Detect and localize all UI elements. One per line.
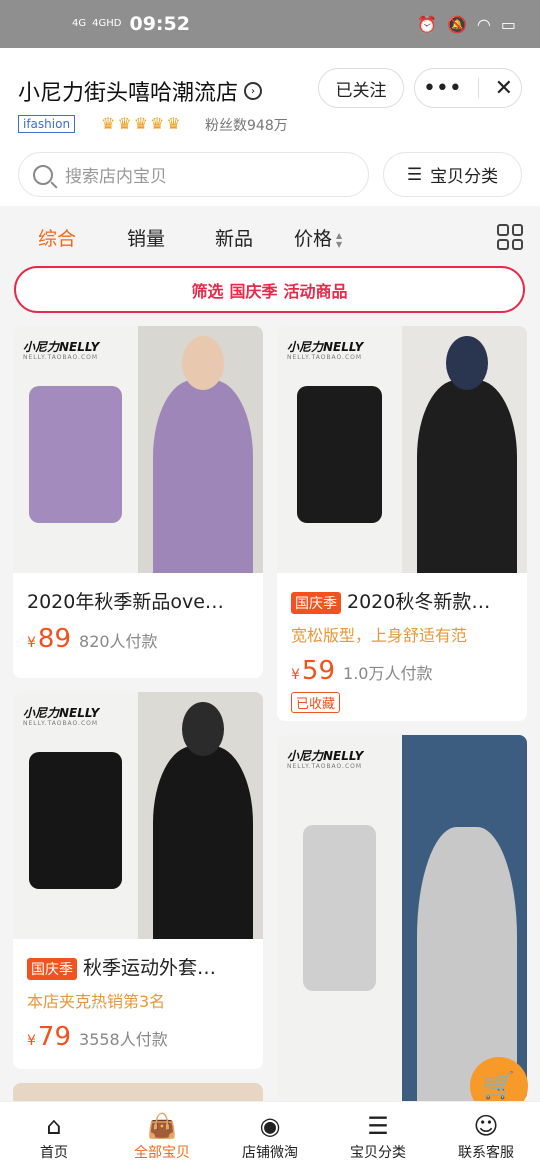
bottom-nav: ⌂ 首页 👜 全部宝贝 ◉ 店铺微淘 ☰ 宝贝分类 ☺ 联系客服 [0, 1101, 540, 1170]
list-icon: ☰ [367, 1112, 389, 1140]
sold-count: 820人付款 [79, 632, 158, 651]
model-image [153, 746, 253, 939]
product-image[interactable]: 小尼力NELLY NELLY.TAOBAO.COM [13, 326, 263, 573]
sold-count: 1.0万人付款 [343, 664, 433, 683]
product-title[interactable]: 国庆季 秋季运动外套… [13, 939, 263, 980]
more-icon[interactable]: ••• [423, 76, 462, 101]
product-image[interactable]: 小尼力NELLY NELLY.TAOBAO.COM [13, 692, 263, 939]
promo-tag: 国庆季 [27, 957, 77, 980]
status-bar: 4G 4GHD 09:52 ⏰ 🔕 ◠ ▭ [0, 0, 540, 48]
grid-view-icon[interactable] [497, 224, 523, 250]
crown-icon: ♛ [166, 114, 181, 133]
nav-all-items[interactable]: 👜 全部宝贝 [108, 1102, 216, 1170]
search-input[interactable]: 搜索店内宝贝 [18, 152, 369, 197]
follow-button[interactable]: 已关注 [318, 68, 404, 108]
product-title[interactable]: 2020年秋季新品ove… [13, 573, 263, 614]
signal-icon: 4G [72, 18, 87, 29]
model-head [181, 701, 225, 757]
fans-count: 粉丝数948万 [205, 118, 288, 134]
brand-url: NELLY.TAOBAO.COM [287, 354, 363, 361]
category-button[interactable]: ☰ 宝贝分类 [383, 152, 522, 197]
price: 79 [37, 1022, 72, 1052]
pants-image [303, 825, 376, 991]
varsity-jacket-image [29, 752, 122, 889]
ifashion-badge: ifashion [18, 115, 76, 133]
brand-logo: 小尼力NELLY [23, 340, 100, 354]
price: 59 [301, 656, 336, 686]
filter-banner[interactable]: 筛选 国庆季 活动商品 [14, 266, 525, 313]
hoodie-image [297, 386, 382, 523]
tab-new[interactable]: 新品 [215, 224, 253, 251]
capsule-divider [477, 78, 479, 98]
tab-sales[interactable]: 销量 [127, 224, 165, 251]
brand-logo: 小尼力NELLY [287, 749, 364, 763]
product-card[interactable]: 小尼力NELLY NELLY.TAOBAO.COM 2020年秋季新品ove… … [13, 326, 263, 678]
tab-price[interactable]: 价格 ▲ ▼ [294, 224, 342, 251]
price-row: ¥ 89 820人付款 [27, 624, 158, 654]
price-row: ¥ 79 3558人付款 [27, 1022, 168, 1052]
nav-service[interactable]: ☺ 联系客服 [432, 1102, 540, 1170]
price: 89 [37, 624, 72, 654]
crown-icon: ♛ [133, 114, 149, 133]
wifi-icon: ◠ [476, 14, 491, 34]
price-row: ¥ 59 1.0万人付款 [291, 656, 433, 686]
shop-name[interactable]: 小尼力街头嘻哈潮流店 › [18, 75, 263, 107]
product-image[interactable]: 小尼力NELLY NELLY.TAOBAO.COM [277, 735, 527, 1101]
signal-hd-icon: 4GHD [92, 18, 122, 29]
customer-service-icon: ☺ [473, 1112, 499, 1140]
shop-header: 小尼力街头嘻哈潮流店 › 已关注 ••• ✕ ifashion ♛ ♛ ♛ ♛ … [0, 48, 540, 206]
favorited-tag: 已收藏 [291, 692, 341, 713]
battery-icon: ▭ [500, 14, 516, 34]
product-card[interactable]: 小尼力NELLY NELLY.TAOBAO.COM [277, 735, 527, 1101]
brand-logo: 小尼力NELLY [23, 706, 100, 720]
brand-url: NELLY.TAOBAO.COM [23, 354, 99, 361]
mute-icon: 🔕 [446, 14, 467, 34]
product-subtitle: 宽松版型，上身舒适有范 [291, 626, 468, 645]
product-subtitle: 本店夹克热销第3名 [27, 992, 166, 1011]
list-icon: ☰ [406, 164, 423, 185]
crown-icon: ♛ [150, 114, 165, 133]
product-card[interactable]: 小尼力NELLY NELLY.TAOBAO.COM 国庆季 秋季运动外套… 本店夹… [13, 692, 263, 1069]
clock: 09:52 [129, 13, 190, 35]
nav-home[interactable]: ⌂ 首页 [0, 1102, 108, 1170]
shopping-bag-icon: 👜 [147, 1112, 177, 1140]
capsule-menu: ••• ✕ [414, 68, 522, 108]
status-icons: ⏰ 🔕 ◠ ▭ [417, 15, 516, 34]
search-icon [33, 164, 53, 185]
promo-tag: 国庆季 [291, 591, 341, 614]
brand-url: NELLY.TAOBAO.COM [23, 720, 99, 727]
chevron-right-icon[interactable]: › [244, 82, 263, 100]
nav-category[interactable]: ☰ 宝贝分类 [324, 1102, 432, 1170]
nav-weitao[interactable]: ◉ 店铺微淘 [216, 1102, 324, 1170]
model-head [181, 335, 225, 391]
close-icon[interactable]: ✕ [495, 76, 513, 101]
sort-arrows-icon: ▲ ▼ [336, 230, 343, 249]
model-image [153, 380, 253, 573]
product-title[interactable]: 国庆季 2020秋冬新款… [277, 573, 527, 614]
crown-icon: ♛ [117, 114, 132, 133]
shop-rating: ♛ ♛ ♛ ♛ ♛ [101, 114, 181, 133]
brand-url: NELLY.TAOBAO.COM [287, 763, 363, 770]
broadcast-icon: ◉ [259, 1112, 281, 1140]
model-head [445, 335, 489, 391]
sort-bar: 综合 销量 新品 价格 ▲ ▼ [0, 206, 540, 266]
alarm-icon: ⏰ [417, 14, 437, 34]
sold-count: 3558人付款 [79, 1030, 168, 1049]
tab-overall[interactable]: 综合 [38, 224, 76, 251]
crown-icon: ♛ [101, 114, 116, 133]
brand-logo: 小尼力NELLY [287, 340, 364, 354]
model-image [417, 380, 517, 573]
product-image[interactable]: 小尼力NELLY NELLY.TAOBAO.COM [277, 326, 527, 573]
product-card[interactable]: 小尼力NELLY NELLY.TAOBAO.COM 国庆季 2020秋冬新款… 宽… [277, 326, 527, 721]
store-icon: ⌂ [46, 1112, 62, 1140]
jacket-image [29, 386, 122, 523]
